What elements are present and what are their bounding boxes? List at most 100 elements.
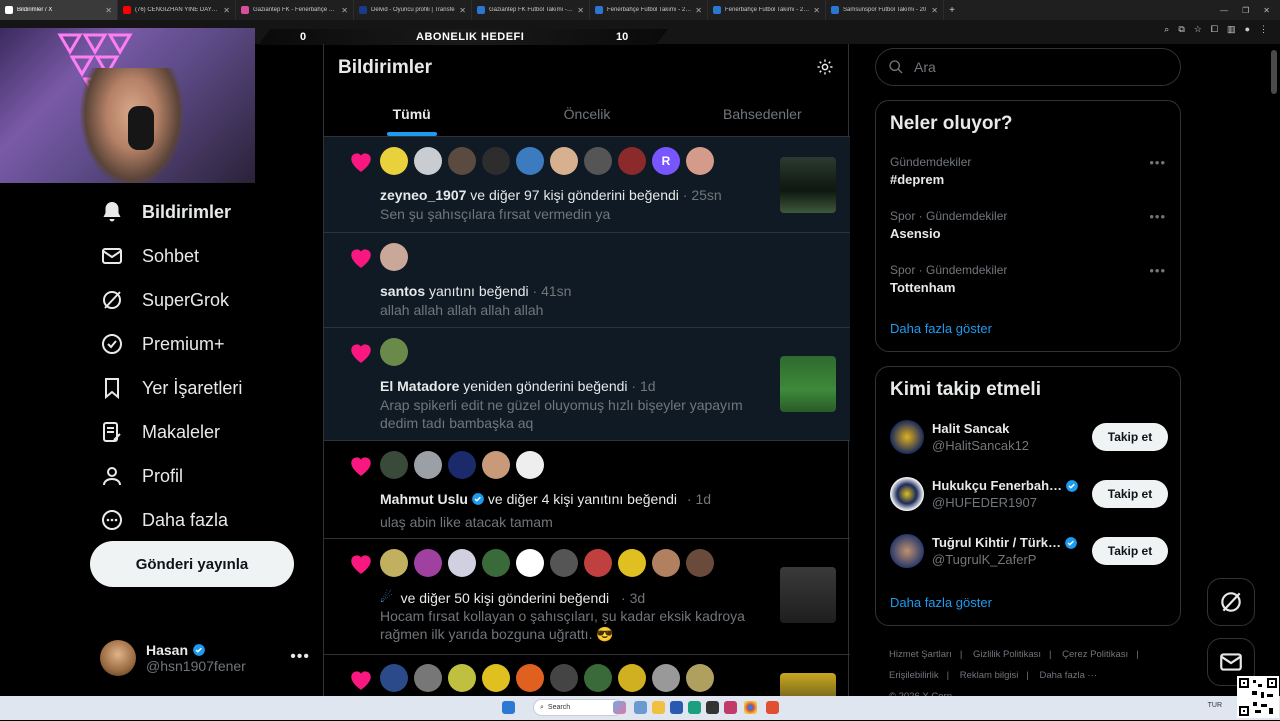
close-tab-icon[interactable]: ✕ (813, 6, 820, 15)
close-tab-icon[interactable]: ✕ (577, 6, 584, 15)
notification-user[interactable]: Mahmut Uslu (380, 491, 468, 507)
more-dots-icon[interactable]: ••• (1149, 155, 1166, 170)
tab-mentions[interactable]: Bahsedenler (675, 92, 850, 136)
notification-item[interactable]: R zeyneo_1907 ve diğer 97 kişi gönderini… (324, 137, 850, 233)
avatar[interactable] (550, 664, 578, 692)
trend-item[interactable]: Spor · Gündemdekiler Tottenham (890, 263, 1007, 295)
notification-item[interactable]: Mahmut Uslu ve diğer 4 kişi yanıtını beğ… (324, 441, 850, 539)
nav-item-notifications[interactable]: Bildirimler (100, 190, 300, 234)
chrome-icon[interactable] (744, 701, 757, 714)
post-thumbnail[interactable] (780, 157, 836, 213)
edge-icon[interactable] (688, 701, 701, 714)
browser-tab[interactable]: Gaziantep FK Futbol Takımı - 20 ✕ (472, 0, 590, 20)
footer-link[interactable]: Hizmet Şartları (889, 649, 952, 660)
extensions-icon[interactable]: ⧠ (1211, 24, 1218, 35)
nav-item-bookmarks[interactable]: Yer İşaretleri (100, 366, 300, 410)
avatar[interactable] (482, 664, 510, 692)
app-icon[interactable] (724, 701, 737, 714)
avatar[interactable] (516, 451, 544, 479)
nav-item-supergrok[interactable]: SuperGrok (100, 278, 300, 322)
notification-user[interactable]: zeyneo_1907 (380, 187, 466, 203)
nav-item-premium[interactable]: Premium+ (100, 322, 300, 366)
avatar[interactable] (448, 549, 476, 577)
notification-item[interactable]: El Matadore yeniden gönderini beğendi · … (324, 328, 850, 441)
task-view-icon[interactable] (634, 701, 647, 714)
avatar[interactable] (380, 147, 408, 175)
avatar[interactable] (448, 147, 476, 175)
trend-item[interactable]: Spor · Gündemdekiler Asensio (890, 209, 1007, 241)
grok-fab[interactable] (1207, 578, 1255, 626)
install-icon[interactable]: ⧉ (1178, 24, 1184, 35)
follow-suggestion[interactable]: Halit Sancak @HalitSancak12 Takip et (890, 417, 1168, 457)
avatar[interactable] (448, 664, 476, 692)
copilot-icon[interactable] (613, 701, 626, 714)
close-tab-icon[interactable]: ✕ (931, 6, 938, 15)
post-button[interactable]: Gönderi yayınla (90, 541, 294, 587)
post-thumbnail[interactable] (780, 567, 836, 623)
avatar[interactable] (448, 451, 476, 479)
avatar[interactable] (516, 664, 544, 692)
avatar[interactable] (686, 549, 714, 577)
maximize-icon[interactable]: ❐ (1242, 6, 1249, 15)
account-switcher[interactable]: Hasan @hsn1907fener ••• (100, 638, 310, 678)
footer-link[interactable]: Daha fazla ··· (1039, 670, 1097, 681)
avatar[interactable] (380, 243, 408, 271)
follow-suggestion[interactable]: Hukukçu Fenerbah… @HUFEDER1907 Takip et (890, 474, 1168, 514)
more-dots-icon[interactable]: ••• (290, 648, 310, 666)
avatar[interactable] (482, 549, 510, 577)
avatar[interactable] (584, 147, 612, 175)
footer-link[interactable]: Gizlilik Politikası (973, 649, 1041, 660)
follow-show-more-link[interactable]: Daha fazla göster (890, 595, 992, 610)
footer-link[interactable]: Erişilebilirlik (889, 670, 939, 681)
avatar[interactable] (550, 147, 578, 175)
avatar[interactable] (516, 549, 544, 577)
minimize-icon[interactable]: — (1220, 6, 1228, 15)
close-tab-icon[interactable]: ✕ (105, 6, 112, 15)
avatar[interactable] (380, 664, 408, 692)
notification-user[interactable]: santos (380, 283, 425, 299)
notification-item[interactable]: ☄ ve diğer 50 kişi gönderini beğendi · 3d… (324, 539, 850, 655)
footer-link[interactable]: Çerez Politikası (1062, 649, 1128, 660)
avatar[interactable] (618, 549, 646, 577)
avatar[interactable] (380, 549, 408, 577)
nav-item-chat[interactable]: Sohbet (100, 234, 300, 278)
more-dots-icon[interactable]: ••• (1149, 263, 1166, 278)
star-icon[interactable]: ☆ (1194, 24, 1202, 35)
avatar[interactable] (584, 549, 612, 577)
avatar[interactable] (652, 549, 680, 577)
close-window-icon[interactable]: ✕ (1263, 6, 1270, 15)
browser-tab[interactable]: Bildirimler / X ✕ (0, 0, 118, 20)
windows-start-icon[interactable] (502, 701, 515, 714)
notification-user[interactable]: El Matadore (380, 378, 459, 394)
system-tray[interactable]: TUR (1208, 702, 1222, 709)
nav-item-profile[interactable]: Profil (100, 454, 300, 498)
avatar[interactable] (618, 664, 646, 692)
follow-button[interactable]: Takip et (1092, 537, 1168, 565)
follow-button[interactable]: Takip et (1092, 423, 1168, 451)
avatar[interactable] (686, 147, 714, 175)
avatar[interactable] (686, 664, 714, 692)
follow-suggestion[interactable]: Tuğrul Kihtir / Türk… @TugrulK_ZaferP Tak… (890, 531, 1168, 571)
browser-tab[interactable]: Fenerbahçe Futbol Takımı - 202 ✕ (708, 0, 826, 20)
browser-tab[interactable]: (76) CENGIZHAN YINE DAYAK ✕ (118, 0, 236, 20)
avatar[interactable] (414, 664, 442, 692)
avatar[interactable] (618, 147, 646, 175)
avatar[interactable] (482, 451, 510, 479)
avatar[interactable]: R (652, 147, 680, 175)
close-tab-icon[interactable]: ✕ (341, 6, 348, 15)
avatar[interactable] (550, 549, 578, 577)
app-icon[interactable] (766, 701, 779, 714)
nav-item-more[interactable]: Daha fazla (100, 498, 300, 542)
tab-all[interactable]: Tümü (324, 92, 499, 136)
new-tab-button[interactable]: + (944, 5, 960, 16)
zoom-icon[interactable]: ⌕ (1164, 24, 1169, 35)
avatar[interactable] (482, 147, 510, 175)
avatar[interactable] (516, 147, 544, 175)
file-explorer-icon[interactable] (652, 701, 665, 714)
browser-tab[interactable]: Delvid - Oyuncu profili | Transfe ✕ (354, 0, 472, 20)
avatar[interactable] (414, 147, 442, 175)
app-icon[interactable] (706, 701, 719, 714)
notification-item[interactable]: santos yanıtını beğendi · 41sn allah all… (324, 233, 850, 328)
taskbar-search[interactable]: ⌕ Search (533, 699, 623, 716)
close-tab-icon[interactable]: ✕ (223, 6, 230, 15)
